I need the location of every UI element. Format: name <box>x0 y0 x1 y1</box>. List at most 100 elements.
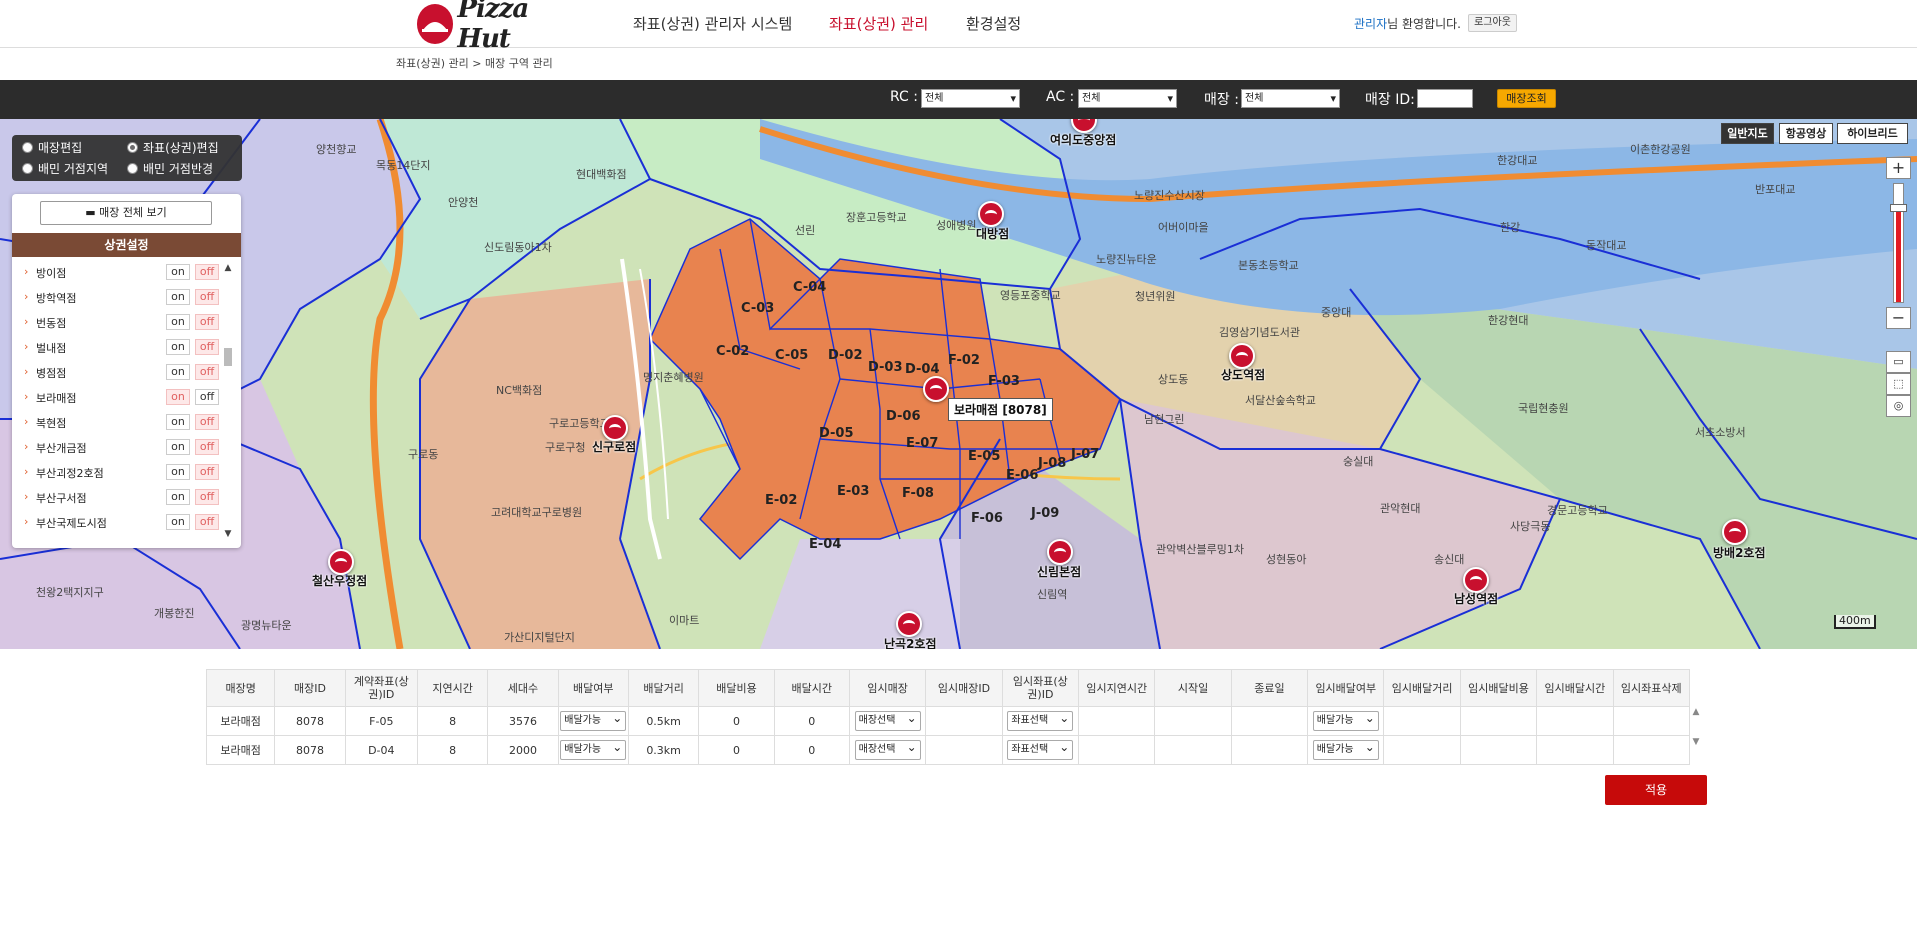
toggle-off-button[interactable]: off <box>195 264 219 280</box>
scroll-up-icon[interactable]: ▲ <box>222 262 234 274</box>
store-pin-selected[interactable] <box>923 376 949 402</box>
store-id-input[interactable] <box>1417 89 1473 108</box>
zone-label[interactable]: D-04 <box>905 362 940 377</box>
area-row[interactable]: › 방이점 on off <box>24 262 219 282</box>
store-label[interactable]: 상도역점 <box>1221 366 1265 383</box>
map-type-hybrid[interactable]: 하이브리드 <box>1837 123 1908 144</box>
temp-store-select[interactable]: 매장선택 <box>854 709 921 731</box>
store-label[interactable]: 신림본점 <box>1037 563 1081 580</box>
toggle-off-button[interactable]: off <box>195 389 219 405</box>
store-label[interactable]: 남성역점 <box>1454 590 1498 607</box>
toggle-off-button[interactable]: off <box>195 414 219 430</box>
area-row[interactable]: › 부산개금점 on off <box>24 437 219 457</box>
map-type-normal[interactable]: 일반지도 <box>1721 123 1774 144</box>
rc-select[interactable]: 전체 <box>921 89 1020 108</box>
area-row[interactable]: › 부산괴정2호점 on off <box>24 462 219 482</box>
zone-label[interactable]: C-02 <box>716 344 749 359</box>
zone-label[interactable]: F-06 <box>971 511 1003 526</box>
zone-label[interactable]: E-04 <box>809 537 841 552</box>
store-label[interactable]: 난곡2호점 <box>884 635 937 649</box>
toggle-on-button[interactable]: on <box>166 364 190 380</box>
toggle-off-button[interactable]: off <box>195 464 219 480</box>
area-row[interactable]: › 부산국제도시점 on off <box>24 512 219 532</box>
table-row[interactable]: 보라매점8078D-0482000배달가능0.3km00매장선택좌표선택배달가능 <box>205 735 1691 765</box>
zoom-handle[interactable] <box>1890 204 1907 212</box>
toggle-on-button[interactable]: on <box>166 339 190 355</box>
zone-label[interactable]: E-02 <box>765 493 797 508</box>
area-row[interactable]: › 번동점 on off <box>24 312 219 332</box>
toggle-off-button[interactable]: off <box>195 339 219 355</box>
store-pin[interactable] <box>1722 519 1748 545</box>
temp-delivery-select[interactable]: 배달가능 <box>1312 709 1379 731</box>
zone-label[interactable]: D-03 <box>868 360 903 375</box>
toggle-on-button[interactable]: on <box>166 414 190 430</box>
toggle-on-button[interactable]: on <box>166 289 190 305</box>
zone-label[interactable]: J-07 <box>1071 447 1099 462</box>
radius-tool-icon[interactable]: ◎ <box>1886 395 1911 417</box>
temp-store-select[interactable]: 매장선택 <box>854 738 921 760</box>
store-pin[interactable] <box>896 611 922 637</box>
zone-label[interactable]: C-03 <box>741 301 774 316</box>
zone-label[interactable]: D-05 <box>819 426 854 441</box>
zone-label[interactable]: E-05 <box>968 449 1000 464</box>
toggle-off-button[interactable]: off <box>195 489 219 505</box>
toggle-on-button[interactable]: on <box>166 464 190 480</box>
toggle-off-button[interactable]: off <box>195 289 219 305</box>
ac-select[interactable]: 전체 <box>1078 89 1177 108</box>
distance-tool-icon[interactable]: ▭ <box>1886 351 1911 373</box>
toggle-on-button[interactable]: on <box>166 264 190 280</box>
delivery-select[interactable]: 배달가능 <box>560 738 627 760</box>
store-search-button[interactable]: 매장조회 <box>1497 89 1556 108</box>
store-label[interactable]: 철산우정점 <box>312 572 367 589</box>
toggle-on-button[interactable]: on <box>166 439 190 455</box>
zone-label[interactable]: E-07 <box>906 436 938 451</box>
temp-zone-select[interactable]: 좌표선택 <box>1007 709 1074 731</box>
store-pin[interactable] <box>978 201 1004 227</box>
area-tool-icon[interactable]: ⬚ <box>1886 373 1911 395</box>
scroll-down-icon[interactable]: ▼ <box>222 528 234 540</box>
area-row[interactable]: › 방학역점 on off <box>24 287 219 307</box>
area-row[interactable]: › 보라매점 on off <box>24 387 219 407</box>
table-row[interactable]: 보라매점8078F-0583576배달가능0.5km00매장선택좌표선택배달가능 <box>205 706 1691 736</box>
zone-label[interactable]: E-06 <box>1006 468 1038 483</box>
toggle-on-button[interactable]: on <box>166 389 190 405</box>
radio-baemin-area[interactable]: 배민 거점지역 <box>22 160 108 177</box>
zoom-slider[interactable] <box>1890 183 1907 303</box>
pizza-hut-logo[interactable]: Pizza Hut <box>417 0 577 54</box>
map-canvas[interactable]: C-03 C-04 C-02 C-05 D-02 D-03 D-04 F-02 … <box>0 119 1917 649</box>
zone-label[interactable]: J-09 <box>1031 506 1059 521</box>
scroll-thumb[interactable] <box>224 348 232 366</box>
area-row[interactable]: › 병점점 on off <box>24 362 219 382</box>
store-label[interactable]: 방배2호점 <box>1713 544 1766 561</box>
store-label[interactable]: 대방점 <box>976 225 1009 242</box>
store-pin[interactable] <box>1047 539 1073 565</box>
temp-zone-select[interactable]: 좌표선택 <box>1007 738 1074 760</box>
temp-delivery-select[interactable]: 배달가능 <box>1312 738 1379 760</box>
logout-button[interactable]: 로그아웃 <box>1468 14 1517 32</box>
area-row[interactable]: › 복현점 on off <box>24 412 219 432</box>
zoom-in-button[interactable]: + <box>1886 157 1911 179</box>
nav-coordinate-management[interactable]: 좌표(상권) 관리 <box>829 13 928 34</box>
nav-system-home[interactable]: 좌표(상권) 관리자 시스템 <box>633 13 792 34</box>
toggle-off-button[interactable]: off <box>195 439 219 455</box>
nav-settings[interactable]: 환경설정 <box>966 13 1021 34</box>
area-row[interactable]: › 부산구서점 on off <box>24 487 219 507</box>
area-row[interactable]: › 벌내점 on off <box>24 337 219 357</box>
toggle-on-button[interactable]: on <box>166 314 190 330</box>
toggle-off-button[interactable]: off <box>195 314 219 330</box>
zone-label[interactable]: F-08 <box>902 486 934 501</box>
toggle-on-button[interactable]: on <box>166 514 190 530</box>
zone-label[interactable]: C-04 <box>793 280 826 295</box>
toggle-off-button[interactable]: off <box>195 514 219 530</box>
apply-button[interactable]: 적용 <box>1605 775 1707 805</box>
toggle-on-button[interactable]: on <box>166 489 190 505</box>
zone-label[interactable]: F-02 <box>948 353 980 368</box>
zone-label[interactable]: D-06 <box>886 409 921 424</box>
zone-label[interactable]: F-03 <box>988 374 1020 389</box>
zone-label[interactable]: D-02 <box>828 348 863 363</box>
zone-label[interactable]: C-05 <box>775 348 808 363</box>
store-label[interactable]: 여의도중앙점 <box>1050 131 1116 148</box>
table-scrollbar[interactable]: ▲ ▼ <box>1690 707 1702 765</box>
toggle-off-button[interactable]: off <box>195 364 219 380</box>
delivery-select[interactable]: 배달가능 <box>560 709 627 731</box>
